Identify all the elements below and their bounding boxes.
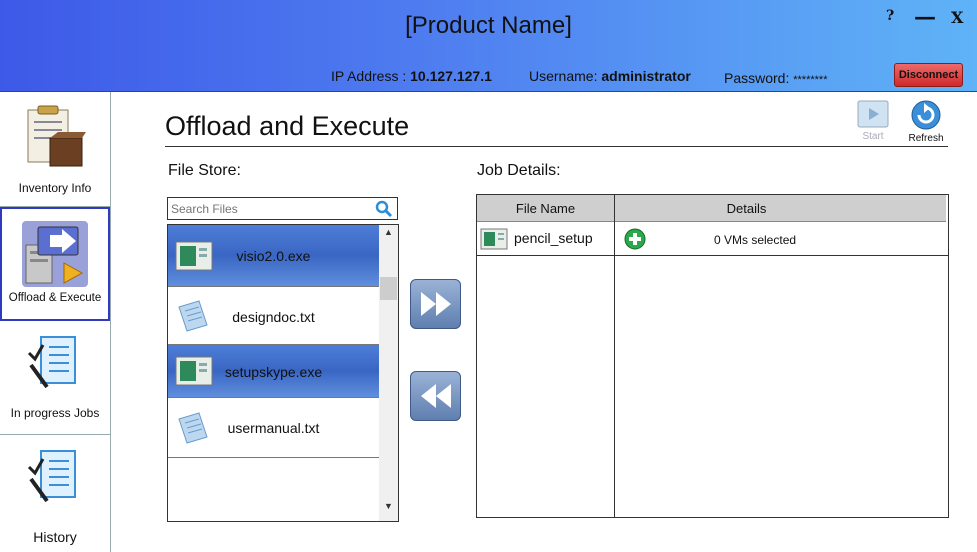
- product-name: [Product Name]: [405, 12, 572, 39]
- header-end-cap: [946, 195, 948, 222]
- disconnect-button[interactable]: Disconnect: [894, 63, 963, 87]
- sidebar: Inventory Info Offload & Execute In prog…: [0, 92, 111, 552]
- column-header-file-name[interactable]: File Name: [477, 201, 614, 216]
- start-label: Start: [862, 131, 884, 142]
- refresh-icon: [903, 100, 949, 133]
- list-item[interactable]: designdoc.txt: [168, 287, 379, 345]
- sidebar-item-label: History: [33, 529, 77, 545]
- table-header: File Name Details: [477, 195, 948, 222]
- job-file-name: pencil_setup: [514, 230, 593, 246]
- sidebar-item-label: Inventory Info: [18, 181, 92, 195]
- exe-file-icon: [480, 228, 508, 255]
- sidebar-item-inventory-info[interactable]: Inventory Info: [0, 92, 110, 207]
- ip-address-value: 10.127.127.1: [410, 68, 492, 84]
- help-button[interactable]: ?: [886, 8, 894, 24]
- play-icon: [856, 100, 890, 131]
- clipboard-box-icon: [22, 104, 88, 175]
- sidebar-item-in-progress-jobs[interactable]: In progress Jobs: [0, 321, 110, 435]
- username-label: Username:: [529, 68, 602, 84]
- computer-arrow-icon: [20, 219, 90, 294]
- title-bar: [Product Name] ? — X IP Address : 10.127…: [0, 0, 977, 92]
- list-item[interactable]: setupskype.exe: [168, 345, 379, 398]
- minimize-button[interactable]: —: [914, 4, 936, 30]
- page-title: Offload and Execute: [165, 111, 410, 141]
- file-name: visio2.0.exe: [236, 248, 311, 264]
- job-details-label: Job Details:: [477, 162, 561, 179]
- remove-from-job-button[interactable]: [410, 371, 461, 421]
- password-label: Password:: [724, 70, 794, 86]
- ip-address-label: IP Address :: [331, 68, 411, 84]
- add-vm-icon[interactable]: [624, 228, 646, 255]
- search-input[interactable]: [168, 198, 368, 219]
- scroll-up-icon[interactable]: ▲: [379, 227, 398, 245]
- close-button[interactable]: X: [951, 8, 963, 27]
- column-header-details[interactable]: Details: [615, 201, 878, 216]
- job-details-table: File Name Details pencil_setup 0 VMs sel…: [476, 194, 949, 518]
- fast-forward-icon: [420, 291, 452, 322]
- refresh-button[interactable]: Refresh: [903, 100, 949, 144]
- sidebar-item-label: Offload & Execute: [8, 292, 102, 304]
- file-name: usermanual.txt: [227, 420, 320, 436]
- refresh-label: Refresh: [908, 133, 944, 144]
- list-item[interactable]: usermanual.txt: [168, 398, 379, 458]
- table-row[interactable]: pencil_setup 0 VMs selected: [477, 222, 948, 256]
- search-files-box: [167, 197, 398, 220]
- sidebar-item-label: In progress Jobs: [10, 406, 100, 420]
- checklist-pen-icon: [27, 449, 83, 512]
- username-info: Username: administrator: [529, 68, 691, 84]
- list-item[interactable]: visio2.0.exe: [168, 225, 379, 287]
- checklist-pen-icon: [27, 335, 83, 398]
- vm-selection-status: 0 VMs selected: [714, 233, 797, 247]
- file-list-scrollbar[interactable]: ▲ ▼: [379, 225, 398, 521]
- file-store-label: File Store:: [168, 162, 241, 179]
- rewind-icon: [420, 383, 452, 414]
- ip-address-info: IP Address : 10.127.127.1: [331, 68, 492, 84]
- sidebar-item-history[interactable]: History: [0, 435, 110, 552]
- title-divider: [165, 146, 948, 147]
- password-value: ********: [793, 74, 828, 86]
- file-name: designdoc.txt: [232, 309, 315, 325]
- file-name: setupskype.exe: [224, 364, 323, 380]
- username-value: administrator: [601, 68, 691, 84]
- scroll-thumb[interactable]: [380, 277, 397, 300]
- password-info: Password: ********: [724, 70, 828, 86]
- move-to-job-button[interactable]: [410, 279, 461, 329]
- search-icon[interactable]: [375, 200, 393, 223]
- sidebar-item-offload-execute[interactable]: Offload & Execute: [0, 207, 110, 321]
- start-button[interactable]: Start: [856, 100, 890, 142]
- scroll-down-icon[interactable]: ▼: [379, 501, 398, 519]
- file-store-list: visio2.0.exe designdoc.txt setupskype.ex…: [167, 224, 399, 522]
